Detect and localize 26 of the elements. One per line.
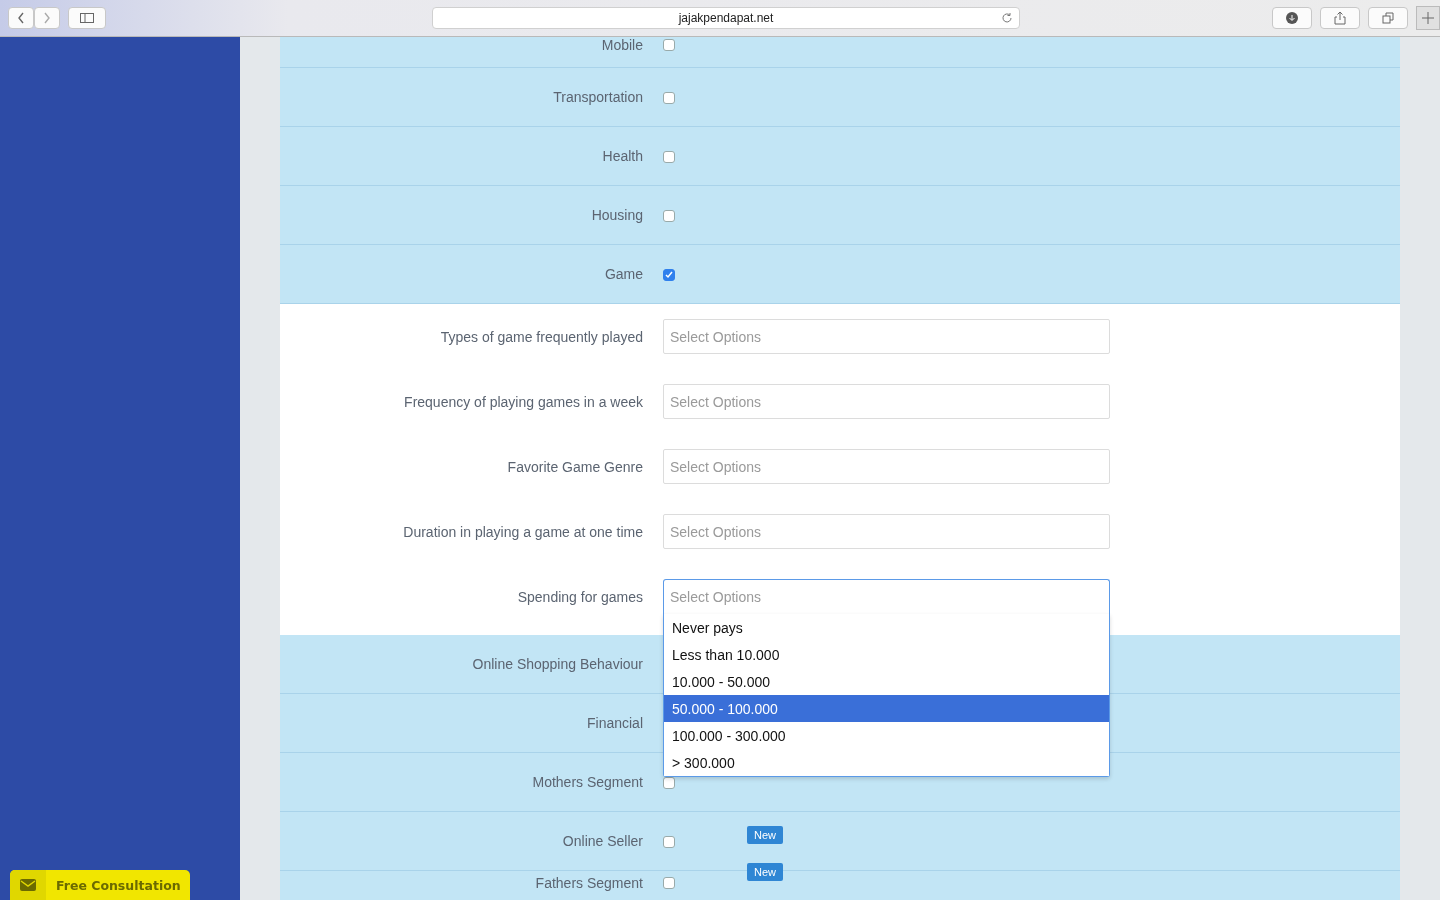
field-label: Mothers Segment — [531, 774, 643, 790]
dropdown-option[interactable]: Never pays — [664, 614, 1109, 641]
dropdown-option[interactable]: Less than 10.000 — [664, 641, 1109, 668]
field-label: Transportation — [552, 89, 643, 105]
field-label: Fathers Segment — [534, 875, 643, 891]
new-badge: New — [747, 863, 783, 881]
select-field[interactable]: Select Options — [663, 579, 1110, 614]
field-label: Housing — [590, 207, 643, 223]
dropdown-option[interactable]: 100.000 - 300.000 — [664, 722, 1109, 749]
dropdown-option[interactable]: 10.000 - 50.000 — [664, 668, 1109, 695]
address-bar[interactable]: jajakpendapat.net — [432, 7, 1020, 29]
field-label: Favorite Game Genre — [506, 458, 643, 475]
field-label: Online Seller — [561, 833, 643, 849]
field-label: Financial — [585, 715, 643, 731]
field-label: Health — [601, 148, 643, 164]
field-label: Types of game frequently played — [439, 328, 643, 345]
field-label: Duration in playing a game at one time — [402, 523, 643, 540]
consultation-button[interactable]: Free Consultation — [10, 870, 190, 900]
new-badge: New — [747, 826, 783, 844]
field-label: Frequency of playing games in a week — [403, 393, 643, 410]
field-label: Online Shopping Behaviour — [471, 656, 643, 672]
field-label: Mobile — [600, 37, 643, 53]
field-label: Spending for games — [516, 588, 643, 605]
dropdown-option[interactable]: > 300.000 — [664, 749, 1109, 776]
dropdown-option[interactable]: 50.000 - 100.000 — [664, 695, 1109, 722]
field-label: Game — [603, 266, 643, 282]
